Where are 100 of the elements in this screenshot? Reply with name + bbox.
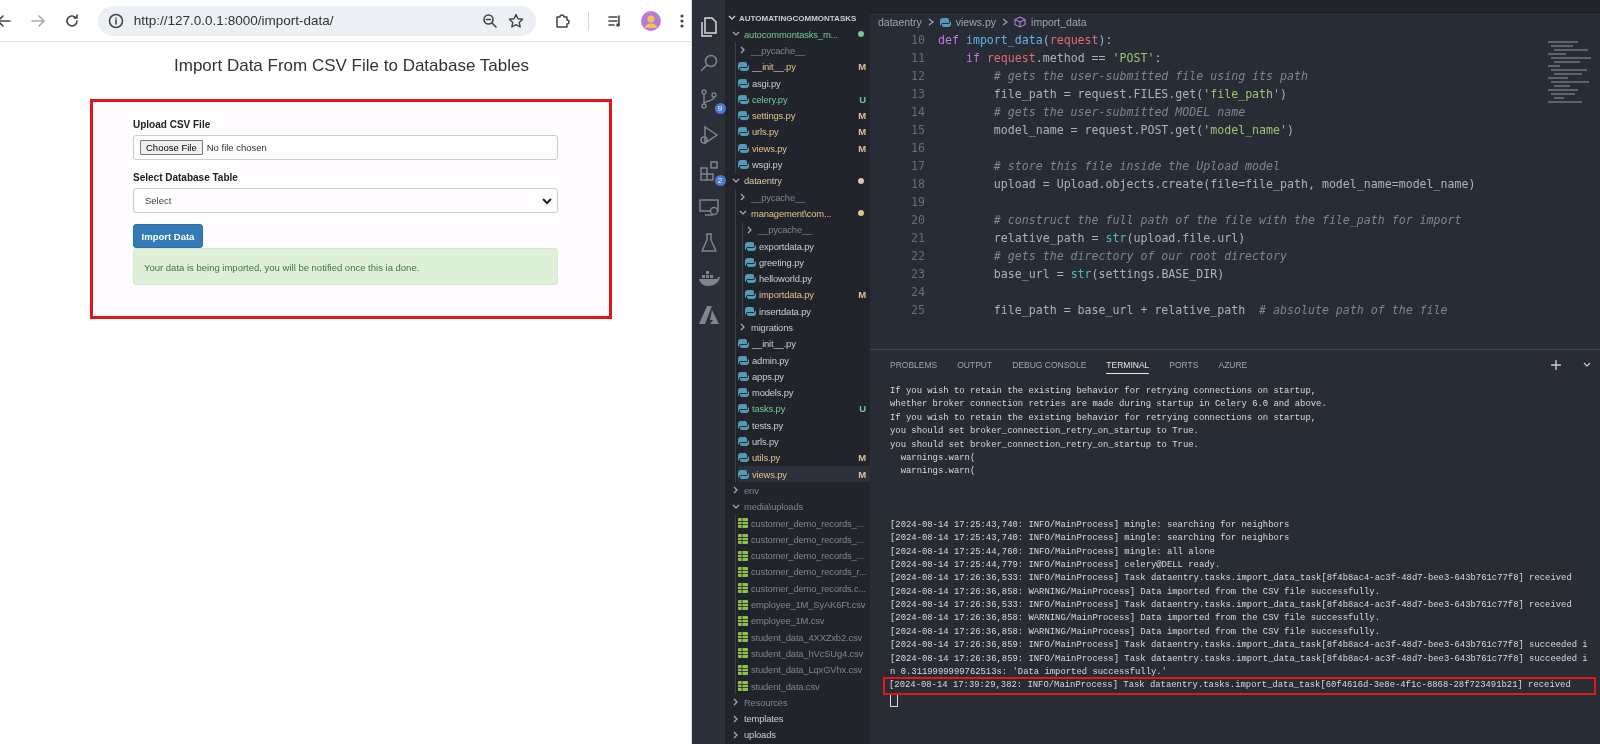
file-item[interactable]: student_data_hVcSUg4.csv	[738, 645, 870, 662]
file-item[interactable]: admin.py	[738, 351, 870, 369]
back-icon[interactable]	[0, 12, 12, 29]
status-letter: U	[859, 403, 866, 415]
terminal-line: [2024-08-14 17:26:36,858: WARNING/MainProcess] Data imported from the CSV file successfully.	[890, 585, 1381, 599]
folder-item[interactable]: media\uploads	[731, 498, 870, 515]
explorer-section-header[interactable]: AUTOMATINGCOMMONTASKS	[725, 10, 870, 26]
file-item[interactable]: urls.py M	[738, 123, 870, 141]
panel-tab[interactable]: TERMINAL	[1106, 356, 1150, 374]
terminal-line: [2024-08-14 17:25:44,779: INFO/MainProcess] celery@DELL ready.	[890, 558, 1222, 572]
folder-item[interactable]: management\com...	[738, 205, 870, 222]
file-item[interactable]: __init__.py M	[738, 58, 870, 75]
file-item[interactable]: asgi.py	[738, 74, 870, 92]
file-item[interactable]: student_data.csv	[738, 677, 870, 695]
star-icon[interactable]	[508, 12, 525, 29]
file-item[interactable]: customer_demo_records.c...	[738, 580, 870, 597]
line-number: 13	[910, 86, 925, 103]
terminal-line: [2024-08-14 17:26:36,859: INFO/MainProcess] Task dataentry.tasks.import_data_task[8f4b8ac4-ac3f-48d7-bee3-643b761c77f8] succeeded i	[890, 639, 1589, 653]
cube-icon	[1014, 16, 1027, 28]
folder-item[interactable]: __pycache__	[738, 42, 870, 59]
file-item[interactable]: __init__.py	[738, 335, 870, 352]
more-icon[interactable]	[679, 12, 685, 29]
status-letter: M	[858, 468, 866, 480]
spreadsheet-icon	[738, 632, 748, 643]
file-item[interactable]: models.py	[738, 384, 870, 401]
file-input[interactable]: Choose File No file chosen	[133, 135, 558, 160]
panel-tab[interactable]: DEBUG CONSOLE	[1012, 356, 1087, 374]
file-item[interactable]: views.py M	[738, 140, 870, 157]
code-line: base_url = str(settings.BASE_DIR)	[992, 266, 1225, 283]
choose-file-button[interactable]: Choose File	[140, 140, 203, 155]
file-item[interactable]: student_data_4XXZxb2.csv	[738, 629, 870, 646]
reload-icon[interactable]	[63, 12, 80, 29]
select-field[interactable]: Select	[133, 188, 558, 213]
file-item[interactable]: helloworld.py	[745, 270, 870, 287]
python-file-icon	[745, 273, 756, 285]
folder-item[interactable]: __pycache__	[745, 221, 870, 238]
breadcrumb-item[interactable]: views.py	[955, 16, 997, 28]
terminal-line: warnings.warn(	[899, 465, 977, 479]
code-line: relative_path = str(upload.file.url)	[992, 230, 1246, 247]
success-alert: Your data is being imported, you will be notified once this ia done.	[133, 248, 558, 285]
azure-icon[interactable]	[696, 303, 721, 327]
python-file-icon	[738, 126, 749, 138]
line-number: 11	[910, 50, 925, 67]
puzzle-icon[interactable]	[554, 12, 571, 29]
python-file-icon	[738, 93, 749, 105]
file-item[interactable]: student_data_LqxGVhx.csv	[738, 661, 870, 678]
folder-item[interactable]: templates	[731, 710, 870, 727]
folder-item[interactable]: dataentry	[731, 172, 870, 189]
file-item[interactable]: apps.py	[738, 368, 870, 385]
file-item[interactable]: tests.py	[738, 417, 870, 434]
line-number: 23	[910, 266, 925, 283]
file-item[interactable]: insertdata.py	[745, 303, 870, 320]
code-line: def import_data(request):	[938, 32, 1113, 49]
file-item[interactable]: exportdata.py	[745, 237, 870, 255]
count-badge: 9	[714, 103, 726, 114]
panel-tab[interactable]: AZURE	[1218, 356, 1248, 374]
info-icon[interactable]	[107, 12, 124, 29]
file-item[interactable]: wsgi.py	[738, 156, 870, 173]
panel-tab[interactable]: OUTPUT	[957, 356, 993, 374]
spreadsheet-icon	[738, 615, 748, 626]
spreadsheet-icon	[738, 681, 748, 691]
python-file-icon	[738, 159, 749, 170]
terminal-line: n 0.3119999999762513s: 'Data imported successfully.'	[890, 666, 1168, 680]
file-item[interactable]: importdata.py M	[745, 286, 870, 304]
breadcrumb-item[interactable]: dataentry	[878, 16, 922, 28]
panel-tab[interactable]: PORTS	[1169, 356, 1199, 374]
code-line: # store this file inside the Upload model	[992, 158, 1281, 175]
zoom-icon[interactable]	[482, 12, 499, 29]
line-number: 17	[910, 158, 925, 175]
address-bar[interactable]: http://127.0.0.1:8000/import-data/	[97, 5, 537, 36]
breadcrumb-item[interactable]: import_data	[1031, 16, 1087, 28]
python-file-icon	[738, 436, 749, 448]
folder-item[interactable]: migrations	[738, 319, 870, 336]
line-number: 15	[910, 122, 925, 139]
folder-item[interactable]: env	[731, 482, 870, 499]
field-label: Upload CSV File	[133, 119, 212, 130]
spreadsheet-icon	[738, 550, 748, 561]
folder-item[interactable]: uploads	[731, 726, 870, 744]
file-item[interactable]: employee_1M_SyAK6Ft.csv	[738, 596, 870, 613]
file-item[interactable]: customer_demo_records_r...	[738, 563, 870, 581]
folder-item[interactable]: autocommontasks_m...	[731, 26, 870, 43]
spreadsheet-icon	[738, 599, 748, 610]
folder-item[interactable]: Resources	[731, 694, 870, 711]
file-item[interactable]: customer_demo_records_...	[738, 514, 870, 532]
plus-icon[interactable]	[1550, 359, 1562, 371]
file-item[interactable]: employee_1M.csv	[738, 612, 870, 629]
avatar-icon[interactable]	[641, 10, 661, 31]
file-item[interactable]: urls.py	[738, 433, 870, 450]
folder-item[interactable]: __pycache__	[738, 188, 870, 206]
file-item[interactable]: customer_demo_records_...	[738, 531, 870, 548]
file-item[interactable]: tasks.py U	[738, 400, 870, 418]
file-item[interactable]: celery.py U	[738, 91, 870, 108]
panel-tab[interactable]: PROBLEMS	[890, 356, 938, 374]
file-item[interactable]: utils.py M	[738, 449, 870, 466]
file-item[interactable]: greeting.py	[745, 254, 870, 271]
import-button[interactable]: Import Data	[133, 224, 203, 248]
code-line: file_path = base_url + relative_path # absolute path of the file	[992, 302, 1448, 319]
file-item[interactable]: views.py M	[738, 466, 870, 483]
file-item[interactable]: customer_demo_records_...	[738, 547, 870, 564]
file-item[interactable]: settings.py M	[738, 107, 870, 124]
